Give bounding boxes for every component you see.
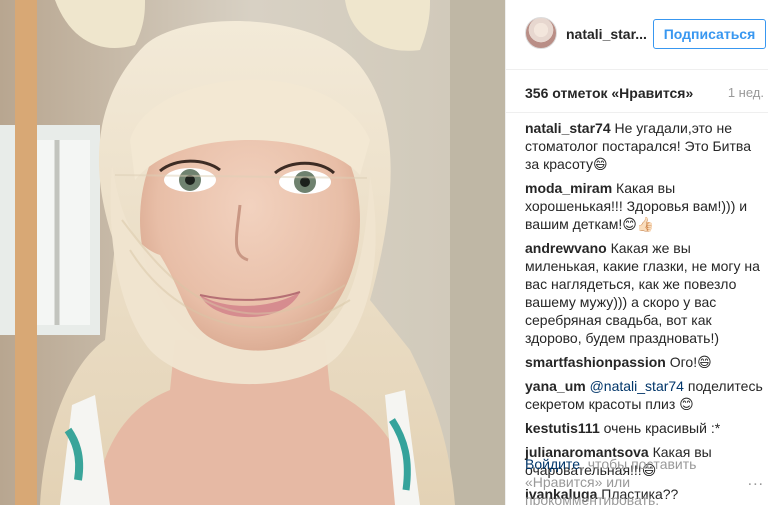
post-time[interactable]: 1 нед. — [728, 85, 764, 100]
post-header: natali_star... Подписаться — [506, 0, 768, 70]
comment-username[interactable]: andrewvano — [525, 240, 607, 256]
login-link[interactable]: Войдите — [525, 456, 580, 472]
comment-item: kestutis111 очень красивый :* — [525, 419, 765, 437]
comment-username[interactable]: smartfashionpassion — [525, 354, 666, 370]
more-options-icon[interactable]: ... — [748, 472, 764, 490]
comment-item: moda_miram Какая вы хорошенькая!!! Здоро… — [525, 179, 765, 233]
comment-username[interactable]: yana_um — [525, 378, 586, 394]
comment-text: Ого!😄 — [665, 354, 712, 370]
post-username[interactable]: natali_star... — [566, 26, 647, 42]
comment-mention-link[interactable]: @natali_star74 — [586, 378, 684, 394]
likes-row: 356 отметок «Нравится» 1 нед. — [506, 70, 768, 113]
comment-username[interactable]: moda_miram — [525, 180, 612, 196]
post-photo[interactable] — [0, 0, 505, 505]
post-side-panel: natali_star... Подписаться 356 отметок «… — [505, 0, 768, 505]
comments-list: natali_star74 Не угадали,это не стоматол… — [525, 113, 765, 503]
avatar[interactable] — [525, 17, 557, 49]
comment-username[interactable]: kestutis111 — [525, 420, 600, 436]
comment-item: smartfashionpassion Ого!😄 — [525, 353, 765, 371]
comment-username[interactable]: natali_star74 — [525, 120, 611, 136]
login-prompt: Войдите, чтобы поставить «Нравится» или … — [525, 455, 755, 505]
portrait-photo — [0, 0, 505, 505]
likes-count[interactable]: 356 отметок «Нравится» — [525, 85, 693, 101]
comment-item: andrewvano Какая же вы миленькая, какие … — [525, 239, 765, 347]
comment-item: yana_um @natali_star74 поделитесь секрет… — [525, 377, 765, 413]
follow-button[interactable]: Подписаться — [653, 19, 766, 49]
comment-item: natali_star74 Не угадали,это не стоматол… — [525, 119, 765, 173]
comment-text: очень красивый :* — [599, 420, 721, 436]
